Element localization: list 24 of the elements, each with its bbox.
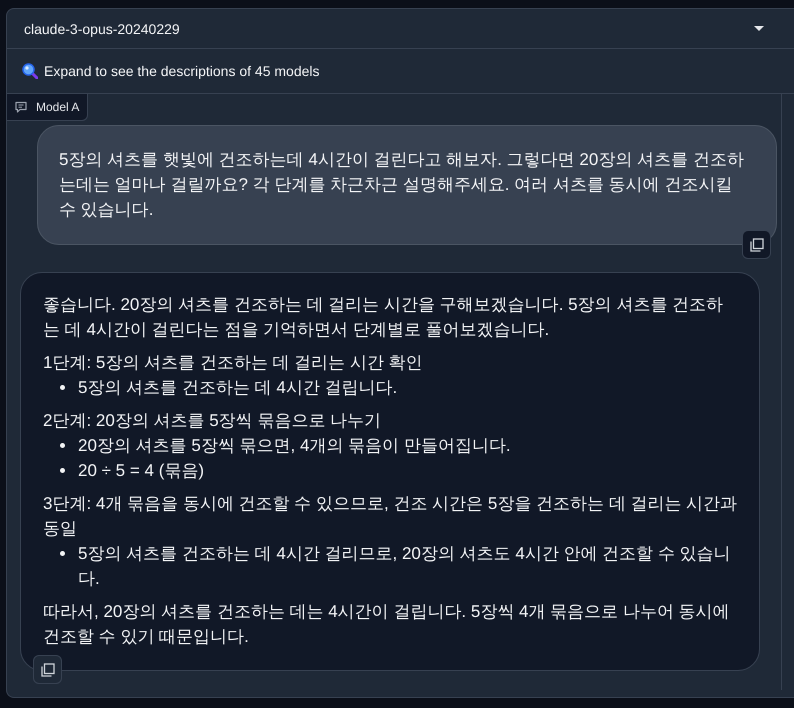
bullet-icon	[60, 443, 65, 448]
message-text: 5장의 셔츠를 햇빛에 건조하는데 4시간이 걸린다고 해보자. 그렇다면 20장의 셔츠를 건조하는데는 얼마나 걸릴까요? 각 단계를 차근차근 설명해주세요. 여러 셔츠를 동시에 건조시킬 수 있습니다.	[59, 149, 745, 221]
bullet-icon	[60, 385, 65, 390]
step-heading: 2단계: 20장의 셔츠를 5장씩 묶음으로 나누기	[43, 410, 382, 432]
chat-icon	[15, 101, 27, 113]
step-heading: 1단계: 5장의 셔츠를 건조하는 데 걸리는 시간 확인	[43, 352, 424, 374]
message-text: 좋습니다. 20장의 셔츠를 건조하는 데 걸리는 시간을 구해보겠습니다. 5장의 셔츠를 건조하는 데 4시간이 걸린다는 점을 기억하면서 단계별로 풀어보겠습니다.	[43, 294, 724, 341]
bullet-icon	[60, 468, 65, 473]
copy-button[interactable]	[33, 655, 62, 684]
list-item: 20 ÷ 5 = 4 (묶음)	[78, 460, 206, 482]
accordion-toggle[interactable]: Expand to see the descriptions of 45 models	[7, 49, 794, 94]
caret-icon	[754, 26, 764, 31]
chatbot-label-text: Model A	[36, 100, 80, 114]
list-item: 5장의 셔츠를 건조하는 데 4시간 걸리므로, 20장의 셔츠도 4시간 안에 건조할 수 있습니다.	[78, 543, 732, 590]
copy-button[interactable]	[742, 230, 771, 259]
message-text: 따라서, 20장의 셔츠를 건조하는 데는 4시간이 걸립니다. 5장씩 4개 묶음으로 나누어 동시에 건조할 수 있기 때문입니다.	[43, 601, 731, 648]
magnifier-icon	[22, 63, 38, 79]
bullet-icon	[60, 551, 65, 556]
step-heading: 3단계: 4개 묶음을 동시에 건조할 수 있으므로, 건조 시간은 5장을 건조하는 데 걸리는 시간과 동일	[43, 493, 738, 540]
copy-icon	[750, 238, 764, 252]
list-item: 20장의 셔츠를 5장씩 묶으면, 4개의 묶음이 만들어집니다.	[78, 435, 512, 457]
list-item: 5장의 셔츠를 건조하는 데 4시간 걸립니다.	[78, 377, 398, 399]
copy-icon	[40, 662, 54, 676]
model-dropdown[interactable]: claude-3-opus-20240229	[7, 9, 794, 49]
